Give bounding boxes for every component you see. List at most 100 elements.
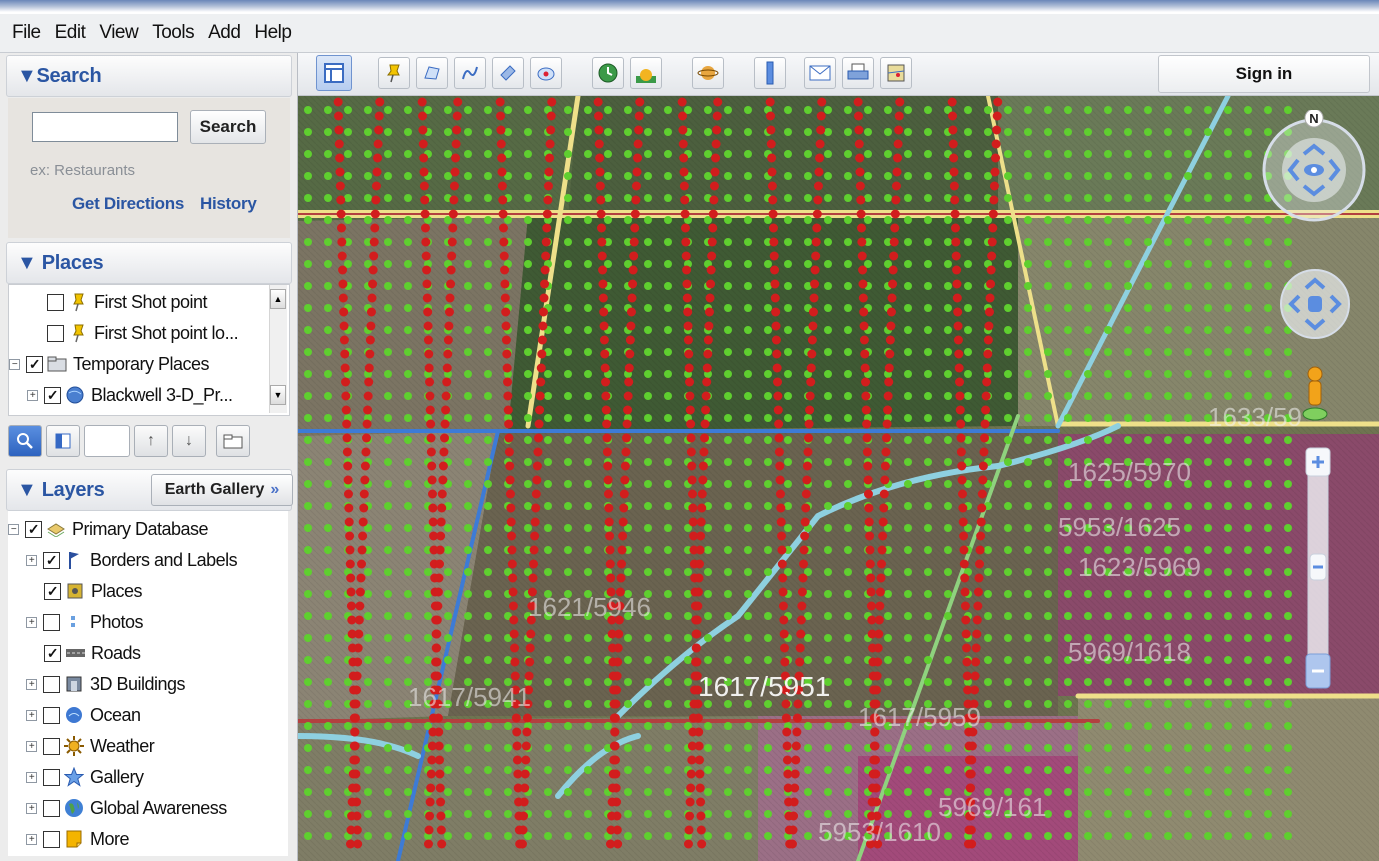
panel-toggle-icon[interactable] [46,425,80,457]
places-panel-header[interactable]: ▼ Places [6,242,292,284]
checkbox[interactable] [47,293,64,311]
receiver-point [1184,238,1192,246]
receiver-point [424,612,432,620]
checkbox[interactable] [43,799,60,817]
earth-gallery-button[interactable]: Earth Gallery » [151,474,293,506]
folder-icon[interactable] [216,425,250,457]
satellite-map[interactable]: 1617/59511617/59595969/1615953/16105969/… [298,96,1379,861]
layer-item[interactable]: + More [26,825,130,853]
tree-item[interactable]: First Shot point lo... [47,319,239,347]
menu-edit[interactable]: Edit [55,22,86,44]
historical-imagery-icon[interactable] [592,57,624,89]
expand-icon[interactable]: + [26,740,37,752]
receiver-point [404,282,412,290]
checkbox[interactable] [43,613,60,631]
tree-item[interactable]: First Shot point [47,288,208,316]
email-icon[interactable] [804,57,836,89]
checkbox[interactable] [43,737,60,755]
checkbox[interactable] [47,324,64,342]
planets-icon[interactable] [692,57,724,89]
street-view-pegman-icon[interactable] [1300,364,1330,424]
layer-item[interactable]: + ✓ Borders and Labels [26,546,238,574]
record-tour-icon[interactable] [530,57,562,89]
checkbox[interactable]: ✓ [25,520,42,538]
shot-point [888,279,898,289]
checkbox[interactable]: ✓ [43,551,60,569]
sign-in-button[interactable]: Sign in [1158,55,1370,93]
receiver-point [664,326,672,334]
add-placemark-icon[interactable] [378,57,410,89]
search-panel-header[interactable]: ▼Search [6,55,292,97]
menu-help[interactable]: Help [254,22,292,44]
shot-point [541,237,551,247]
ruler-icon[interactable] [754,57,786,89]
receiver-point [664,414,672,422]
expand-icon[interactable]: + [26,802,37,814]
checkbox[interactable] [43,675,60,693]
layers-panel-header[interactable]: ▼ Layers Earth Gallery » [6,469,293,511]
layer-item[interactable]: − ✓ Primary Database [8,515,209,543]
search-icon[interactable] [8,425,42,457]
scroll-down-icon[interactable]: ▼ [270,385,286,405]
get-directions-link[interactable]: Get Directions [72,194,184,214]
menu-tools[interactable]: Tools [152,22,194,44]
zoom-slider[interactable] [1302,446,1334,696]
expand-icon[interactable]: + [27,389,38,401]
expand-icon[interactable]: + [26,771,37,783]
expand-icon[interactable]: + [26,678,37,690]
layer-item[interactable]: + 3D Buildings [26,670,186,698]
collapse-icon[interactable]: − [8,523,19,535]
tree-item[interactable]: + ✓ Blackwell 3-D_Pr... [27,381,233,409]
layer-item[interactable]: + Global Awareness [26,794,227,822]
sunlight-icon[interactable] [630,57,662,89]
search-input[interactable] [32,112,178,142]
receiver-point [924,414,932,422]
checkbox[interactable]: ✓ [44,644,61,662]
layer-item[interactable]: + Ocean [26,701,141,729]
move-control[interactable] [1278,258,1352,346]
receiver-point [1124,106,1132,114]
map-view[interactable]: 1617/5951 1617/5959 5969/161 5953/1610 5969/… [298,96,1379,861]
checkbox[interactable] [43,706,60,724]
print-icon[interactable] [842,57,874,89]
collapse-icon[interactable]: − [9,358,20,370]
menu-add[interactable]: Add [208,22,241,44]
move-up-icon[interactable]: ↑ [134,425,168,457]
checkbox[interactable]: ✓ [26,355,43,373]
expand-icon[interactable]: + [26,554,37,566]
receiver-point [1064,436,1072,444]
expand-icon[interactable]: + [26,833,37,845]
checkbox[interactable] [43,830,60,848]
layer-item[interactable]: + Photos [26,608,144,636]
tree-item[interactable]: − ✓ Temporary Places [9,350,210,378]
menu-file[interactable]: File [12,22,41,44]
expand-icon[interactable]: + [26,709,37,721]
look-control[interactable]: N [1258,110,1370,222]
scroll-up-icon[interactable]: ▲ [270,289,286,309]
sidebar-toggle-icon[interactable] [316,55,352,91]
shot-point [425,811,435,821]
layer-item[interactable]: ✓ Roads [44,639,141,667]
receiver-point [324,788,332,796]
view-in-maps-icon[interactable] [880,57,912,89]
search-button[interactable]: Search [190,110,266,144]
receiver-point [624,150,632,158]
add-path-icon[interactable] [454,57,486,89]
add-image-overlay-icon[interactable] [492,57,524,89]
add-polygon-icon[interactable] [416,57,448,89]
history-link[interactable]: History [200,194,257,214]
shot-point [598,265,608,275]
menu-view[interactable]: View [99,22,138,44]
receiver-point [664,480,672,488]
places-scrollbar[interactable]: ▲ ▼ [269,285,287,413]
blank-field[interactable] [84,425,130,457]
checkbox[interactable]: ✓ [44,386,61,404]
layer-item[interactable]: ✓ Places [44,577,143,605]
layer-item[interactable]: + Weather [26,732,155,760]
layer-item[interactable]: + Gallery [26,763,144,791]
receiver-point [1264,612,1272,620]
expand-icon[interactable]: + [26,616,37,628]
move-down-icon[interactable]: ↓ [172,425,206,457]
checkbox[interactable]: ✓ [44,582,61,600]
checkbox[interactable] [43,768,60,786]
